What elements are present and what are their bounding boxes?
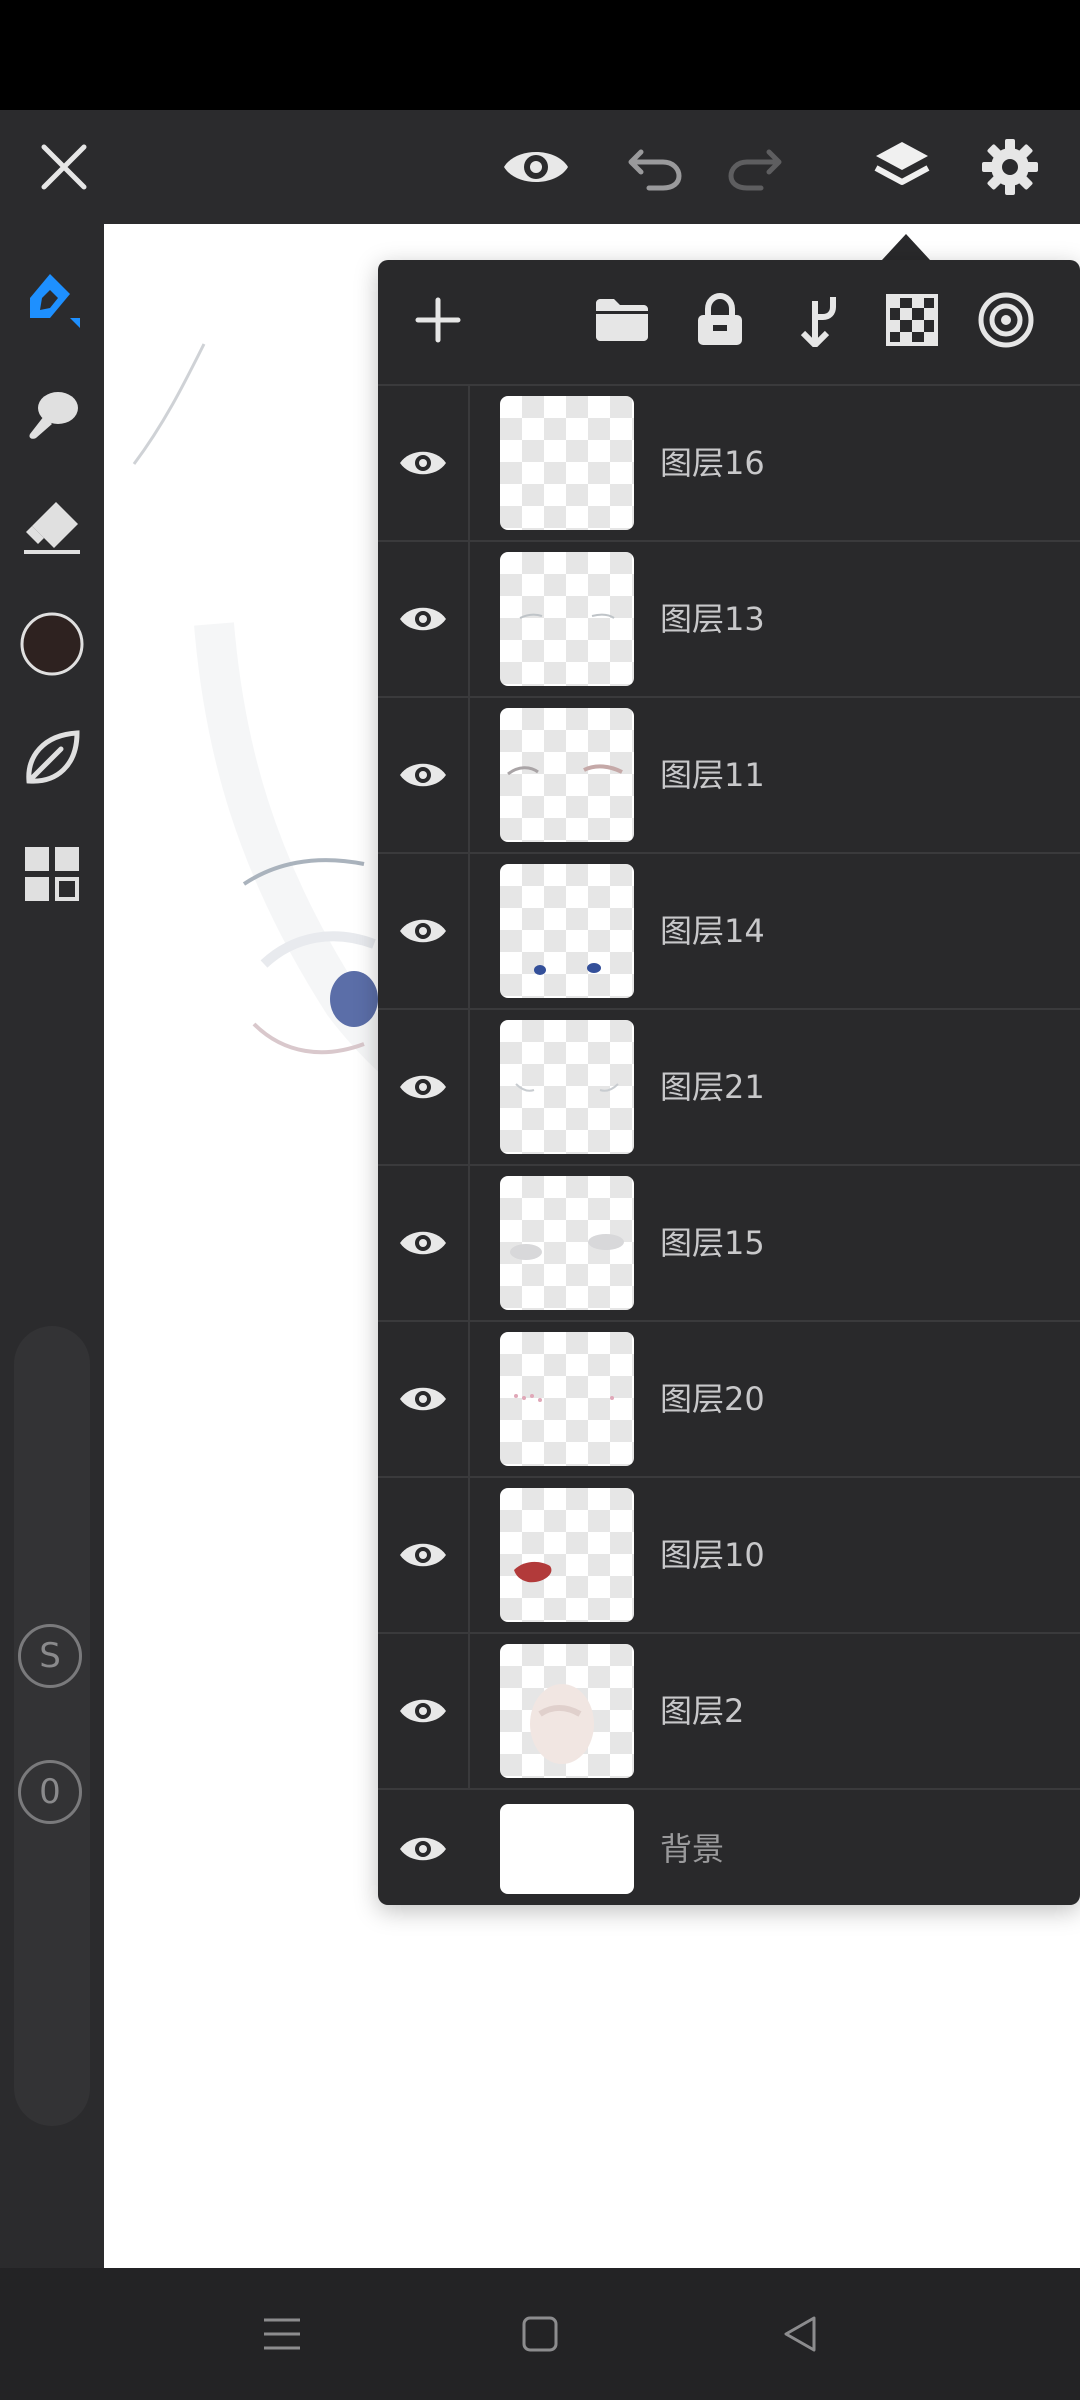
menu-icon[interactable] xyxy=(232,2288,332,2380)
visibility-eye-icon[interactable] xyxy=(378,386,468,540)
layer-row[interactable]: 图层21 xyxy=(378,1008,1080,1164)
visibility-eye-icon[interactable] xyxy=(378,1634,468,1788)
home-icon[interactable] xyxy=(490,2288,590,2380)
divider xyxy=(468,386,470,540)
divider xyxy=(468,698,470,852)
layer-thumbnail xyxy=(500,552,634,686)
visibility-eye-icon[interactable] xyxy=(378,1790,468,1908)
layer-row[interactable]: 图层11 xyxy=(378,696,1080,852)
divider xyxy=(468,1478,470,1632)
brush-size-slider[interactable] xyxy=(14,1326,90,2126)
color-swatch[interactable] xyxy=(0,594,104,694)
undo-icon[interactable] xyxy=(606,110,706,224)
transparency-icon[interactable] xyxy=(872,280,952,360)
layer-row[interactable]: 图层10 xyxy=(378,1476,1080,1632)
divider xyxy=(468,1634,470,1788)
merge-down-icon[interactable] xyxy=(776,280,856,360)
blend-mode-icon[interactable] xyxy=(966,280,1046,360)
visibility-eye-icon[interactable] xyxy=(378,1478,468,1632)
layer-name: 图层14 xyxy=(660,912,765,950)
close-icon[interactable] xyxy=(14,110,114,224)
layer-thumbnail xyxy=(500,1488,634,1622)
layer-row[interactable]: 图层13 xyxy=(378,540,1080,696)
layers-icon[interactable] xyxy=(852,110,952,224)
layer-thumbnail xyxy=(500,1644,634,1778)
gear-icon[interactable] xyxy=(960,110,1060,224)
layer-row[interactable]: 图层20 xyxy=(378,1320,1080,1476)
background-layer-row[interactable]: 背景 xyxy=(378,1788,1080,1905)
layer-thumbnail xyxy=(500,708,634,842)
system-nav-bar xyxy=(0,2268,1080,2400)
opacity-indicator[interactable]: 0 xyxy=(18,1760,82,1824)
layer-name: 背景 xyxy=(660,1830,725,1868)
pen-icon[interactable] xyxy=(0,250,104,350)
layer-name: 图层16 xyxy=(660,444,765,482)
layer-name: 图层2 xyxy=(660,1692,745,1730)
layers-panel-header xyxy=(378,260,1080,384)
layer-row[interactable]: 图层2 xyxy=(378,1632,1080,1788)
eye-icon[interactable] xyxy=(486,110,586,224)
lock-icon[interactable] xyxy=(680,280,760,360)
folder-icon[interactable] xyxy=(582,280,662,360)
layer-thumbnail xyxy=(500,1804,634,1894)
layer-name: 图层11 xyxy=(660,756,765,794)
divider xyxy=(468,854,470,1008)
left-toolbar: S 0 xyxy=(0,224,104,2268)
visibility-eye-icon[interactable] xyxy=(378,1166,468,1320)
layer-row[interactable]: 图层14 xyxy=(378,852,1080,1008)
layer-name: 图层15 xyxy=(660,1224,765,1262)
layer-name: 图层13 xyxy=(660,600,765,638)
redo-icon[interactable] xyxy=(704,110,804,224)
visibility-eye-icon[interactable] xyxy=(378,854,468,1008)
visibility-eye-icon[interactable] xyxy=(378,698,468,852)
visibility-eye-icon[interactable] xyxy=(378,1010,468,1164)
layer-thumbnail xyxy=(500,1176,634,1310)
divider xyxy=(468,1166,470,1320)
layer-thumbnail xyxy=(500,864,634,998)
eraser-icon[interactable] xyxy=(0,476,104,576)
stabilizer-indicator[interactable]: S xyxy=(18,1624,82,1688)
layer-thumbnail xyxy=(500,396,634,530)
leaf-brush-icon[interactable] xyxy=(0,708,104,808)
back-icon[interactable] xyxy=(750,2288,850,2380)
visibility-eye-icon[interactable] xyxy=(378,1322,468,1476)
layer-thumbnail xyxy=(500,1020,634,1154)
layer-name: 图层20 xyxy=(660,1380,765,1418)
status-bar xyxy=(0,0,1080,110)
divider xyxy=(468,542,470,696)
divider xyxy=(468,1010,470,1164)
panel-pointer xyxy=(882,234,930,260)
layer-row[interactable]: 图层15 xyxy=(378,1164,1080,1320)
smudge-icon[interactable] xyxy=(0,364,104,464)
layer-name: 图层10 xyxy=(660,1536,765,1574)
add-layer-icon[interactable] xyxy=(398,280,478,360)
layer-thumbnail xyxy=(500,1332,634,1466)
layer-name: 图层21 xyxy=(660,1068,765,1106)
layers-panel: 图层16 图层13 图层11 图层14 图层21 图层15 图层20 图层10 … xyxy=(378,260,1080,1905)
divider xyxy=(468,1322,470,1476)
top-toolbar xyxy=(0,110,1080,224)
layer-row[interactable]: 图层16 xyxy=(378,384,1080,540)
visibility-eye-icon[interactable] xyxy=(378,542,468,696)
grid-icon[interactable] xyxy=(0,824,104,924)
